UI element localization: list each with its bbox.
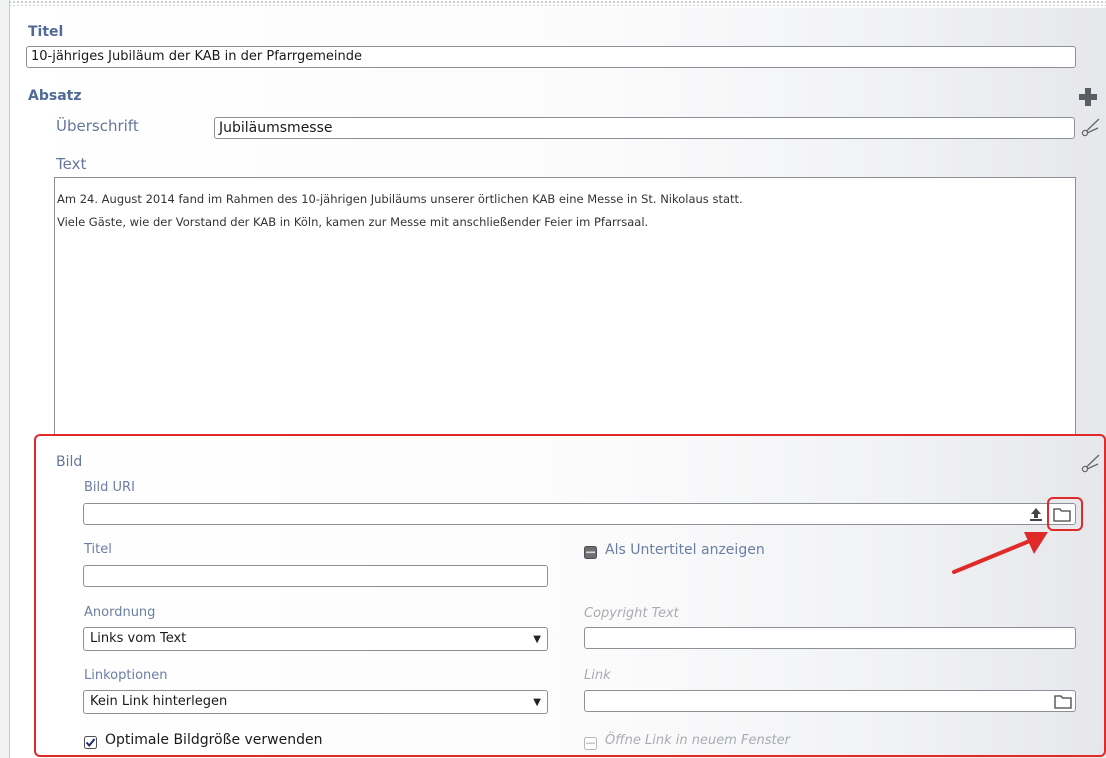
optimal-size-label: Optimale Bildgröße verwenden xyxy=(105,732,323,748)
new-window-checkbox[interactable] xyxy=(584,735,597,750)
absatz-label: Absatz xyxy=(28,88,82,104)
plus-icon[interactable] xyxy=(1077,86,1099,108)
text-line-1: Am 24. August 2014 fand im Rahmen des 10… xyxy=(57,192,743,206)
link-options-label: Linkoptionen xyxy=(84,668,168,683)
text-label: Text xyxy=(56,155,87,173)
image-title-label: Titel xyxy=(84,542,112,557)
arrangement-select[interactable]: Links vom Text ▼ xyxy=(83,627,548,651)
upload-icon[interactable] xyxy=(1026,505,1046,523)
link-label: Link xyxy=(584,668,611,683)
link-options-value: Kein Link hinterlegen xyxy=(90,694,228,709)
optimal-size-checkbox[interactable] xyxy=(84,734,97,749)
arrangement-value: Links vom Text xyxy=(90,631,187,646)
subtitle-checkbox[interactable] xyxy=(584,544,597,559)
folder-icon[interactable] xyxy=(1053,692,1073,710)
arrow-icon xyxy=(948,526,1052,578)
copyright-input[interactable] xyxy=(584,627,1076,649)
image-label: Bild xyxy=(56,454,83,470)
chevron-down-icon: ▼ xyxy=(533,697,541,708)
text-area[interactable]: Am 24. August 2014 fand im Rahmen des 10… xyxy=(54,177,1076,439)
image-title-input[interactable] xyxy=(83,565,548,587)
heading-input[interactable]: Jubiläumsmesse xyxy=(214,117,1075,139)
scissors-icon[interactable] xyxy=(1080,452,1102,474)
new-window-label: Öffne Link in neuem Fenster xyxy=(605,733,790,748)
text-line-2: Viele Gäste, wie der Vorstand der KAB in… xyxy=(57,215,649,229)
image-uri-label: Bild URI xyxy=(84,480,135,495)
image-uri-input[interactable] xyxy=(83,503,1076,525)
scissors-icon[interactable] xyxy=(1080,116,1102,138)
heading-label: Überschrift xyxy=(56,117,139,135)
top-border xyxy=(0,0,1106,6)
copyright-label: Copyright Text xyxy=(584,606,679,621)
left-border xyxy=(0,0,10,758)
link-options-select[interactable]: Kein Link hinterlegen ▼ xyxy=(83,690,548,714)
chevron-down-icon: ▼ xyxy=(533,634,541,645)
arrangement-label: Anordnung xyxy=(84,605,156,620)
title-input[interactable]: 10-jähriges Jubiläum der KAB in der Pfar… xyxy=(26,46,1076,68)
title-label: Titel xyxy=(28,24,64,40)
link-input[interactable] xyxy=(584,690,1076,712)
subtitle-checkbox-label: Als Untertitel anzeigen xyxy=(605,542,765,558)
folder-highlight xyxy=(1047,497,1083,531)
